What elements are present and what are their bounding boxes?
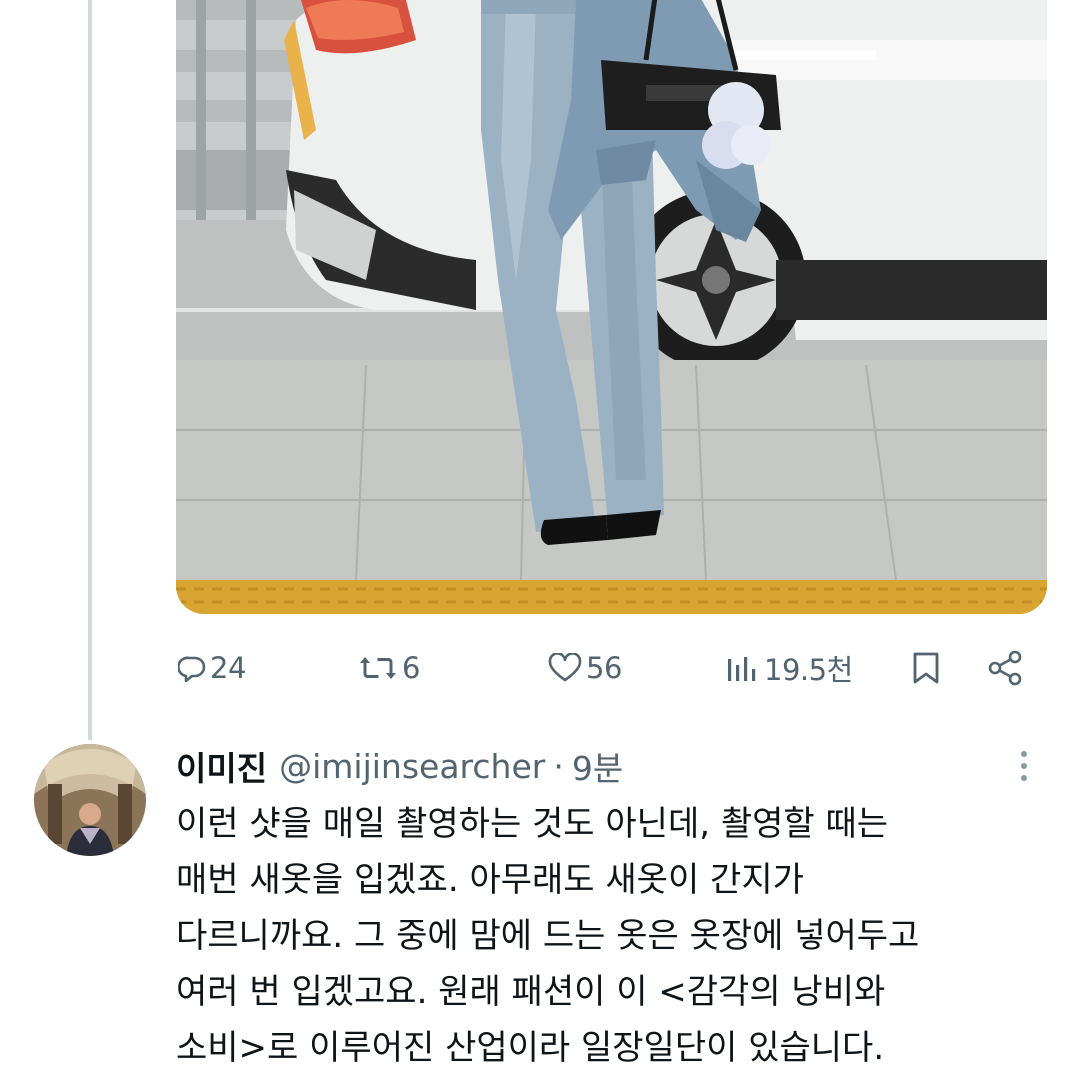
views-icon	[726, 653, 760, 683]
reply-text-line: 여러 번 입겠고요. 원래 패션이 이 <감각의 낭비와	[176, 972, 886, 1012]
airport-fashion-photo	[176, 0, 1047, 614]
like-icon	[548, 653, 582, 683]
reply-count: 24	[210, 651, 246, 685]
reply-icon	[178, 654, 206, 682]
more-icon-dot	[1021, 763, 1027, 769]
thread-connector-line	[88, 0, 92, 740]
share-button[interactable]	[986, 640, 1024, 696]
retweet-button[interactable]: 6	[358, 640, 420, 696]
reply-header: 이미진 @imijinsearcher · 9분	[176, 738, 623, 794]
avatar[interactable]	[34, 744, 146, 856]
avatar-photo	[34, 744, 146, 856]
more-options-button[interactable]	[1006, 744, 1042, 788]
post-time[interactable]: 9분	[572, 742, 623, 790]
bookmark-icon	[910, 651, 942, 685]
display-name[interactable]: 이미진	[176, 742, 267, 790]
reply-text-line: 다르니까요. 그 중에 맘에 드는 옷은 옷장에 넣어두고	[176, 916, 920, 956]
retweet-icon	[358, 653, 398, 683]
more-icon	[1021, 751, 1027, 757]
more-icon-dot	[1021, 775, 1027, 781]
header-separator: ·	[553, 746, 564, 786]
views-button[interactable]: 19.5천	[726, 640, 853, 696]
retweet-count: 6	[402, 651, 420, 685]
tweet-action-bar: 24 6 56 19.5천	[0, 640, 1080, 696]
reply-text: 이런 샷을 매일 촬영하는 것도 아닌데, 촬영할 때는 매번 새옷을 입겠죠.…	[176, 796, 1056, 1076]
reply-button[interactable]: 24	[178, 640, 246, 696]
reply-text-line: 소비>로 이루어진 산업이라 일장일단이 있습니다.	[176, 1028, 885, 1068]
bookmark-button[interactable]	[910, 640, 942, 696]
reply-text-line: 이런 샷을 매일 촬영하는 것도 아닌데, 촬영할 때는	[176, 804, 889, 844]
tweet-thread: 24 6 56 19.5천 이미진 @imijinsearcher · 9분 이…	[0, 0, 1080, 1080]
reply-text-line: 매번 새옷을 입겠죠. 아무래도 새옷이 간지가	[176, 860, 804, 900]
tweet-photo[interactable]	[176, 0, 1047, 614]
like-count: 56	[586, 651, 622, 685]
user-handle[interactable]: @imijinsearcher	[279, 747, 545, 786]
share-icon	[986, 650, 1024, 686]
like-button[interactable]: 56	[548, 640, 622, 696]
view-count: 19.5천	[764, 653, 853, 687]
